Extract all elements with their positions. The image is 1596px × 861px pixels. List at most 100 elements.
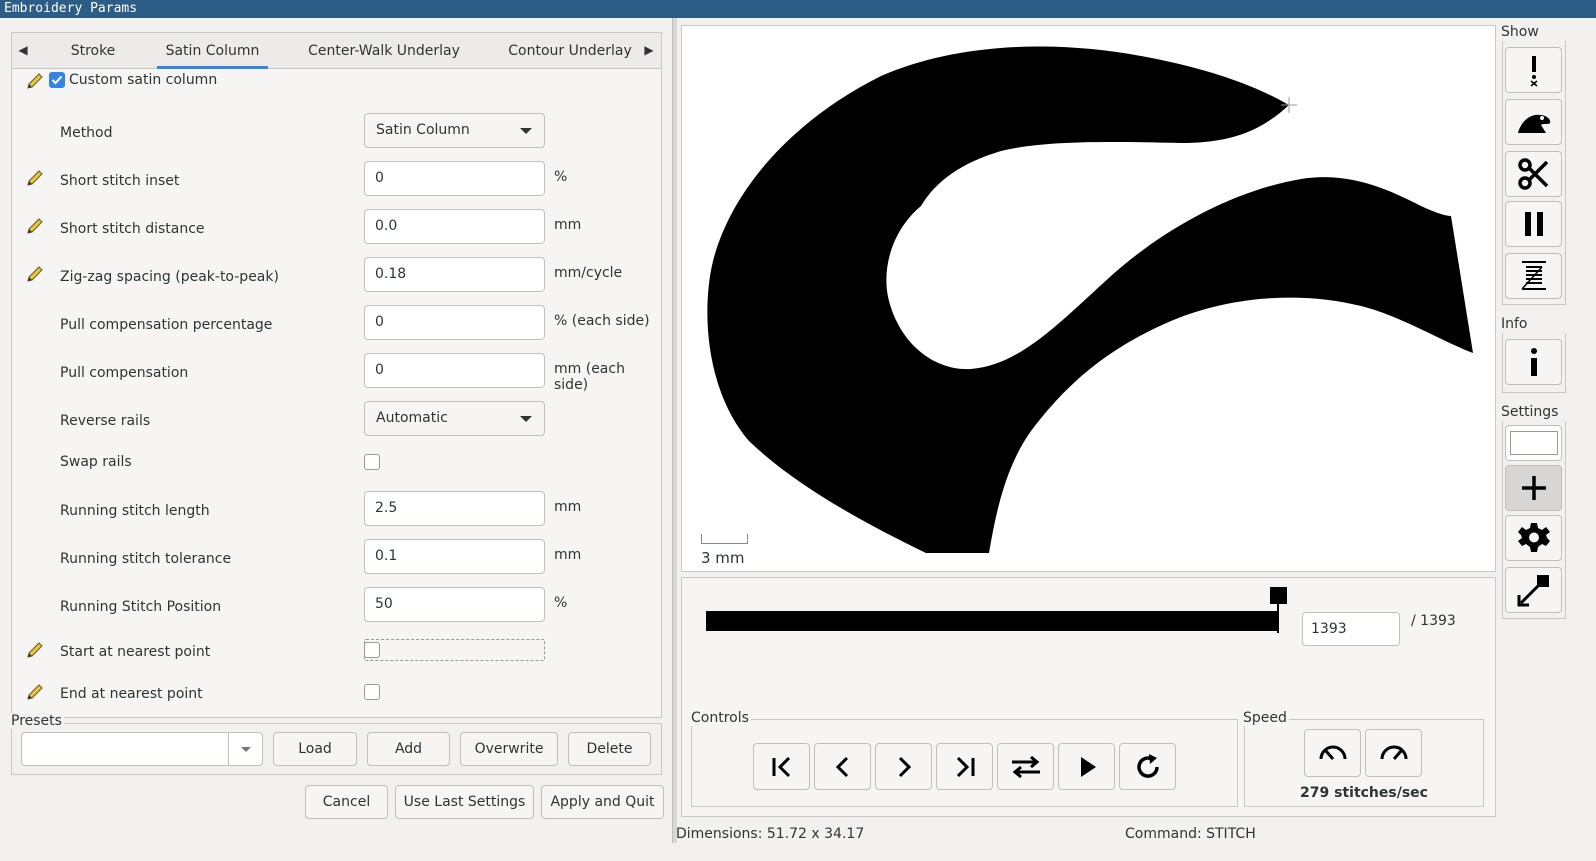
skip-first-icon [772, 756, 790, 777]
tab-bar: ◀ Stroke Satin Column Center-Walk Underl… [12, 33, 661, 69]
detach-icon [1517, 575, 1549, 607]
stitch-preview-canvas[interactable] [681, 25, 1496, 572]
status-dimensions: Dimensions: 51.72 x 34.17 [676, 826, 865, 842]
controls-title: Controls [691, 710, 751, 726]
presets-title: Presets [11, 713, 64, 729]
param-label: Short stitch distance [60, 221, 205, 237]
info-button[interactable] [1505, 339, 1562, 385]
play-button[interactable] [1058, 743, 1115, 790]
speedometer-fast-icon [1380, 745, 1407, 760]
tab-scroll-right-icon[interactable]: ▶ [643, 43, 655, 59]
short-stitch-distance-input[interactable]: 0.0 [364, 209, 545, 244]
end-at-nearest-point-checkbox[interactable] [364, 684, 380, 700]
refresh-icon [1136, 753, 1159, 778]
show-color-changes-button[interactable] [1505, 253, 1562, 299]
param-unit: mm/cycle [554, 265, 623, 281]
slow-down-button[interactable] [1304, 729, 1361, 777]
show-stops-button[interactable] [1505, 201, 1562, 247]
param-row-running-stitch-position: Running Stitch Position 50 % [12, 581, 661, 629]
chevron-down-icon [520, 128, 532, 134]
param-label: Short stitch inset [60, 173, 180, 189]
param-row-reverse-rails: Reverse rails Automatic [12, 395, 661, 443]
detach-window-button[interactable] [1505, 567, 1562, 613]
crosshair-toggle-button[interactable] [1505, 465, 1562, 511]
param-label: Pull compensation percentage [60, 317, 273, 333]
chevron-left-icon [835, 756, 848, 777]
show-trims-button[interactable] [1505, 151, 1562, 197]
load-preset-button[interactable]: Load [273, 732, 357, 766]
tab-satin-column[interactable]: Satin Column [157, 33, 268, 69]
short-stitch-inset-input[interactable]: 0 [364, 161, 545, 196]
custom-satin-checkbox[interactable] [49, 72, 65, 88]
show-errors-button[interactable] [1505, 47, 1562, 93]
show-jumps-button[interactable] [1505, 99, 1562, 145]
param-row-pull-compensation-percentage: Pull compensation percentage 0 % (each s… [12, 299, 661, 347]
running-stitch-position-input[interactable]: 50 [364, 587, 545, 622]
show-title: Show [1501, 24, 1539, 40]
add-preset-button[interactable]: Add [367, 732, 450, 766]
combo-separator [228, 733, 229, 765]
param-label: Reverse rails [60, 413, 151, 429]
info-title: Info [1501, 316, 1528, 332]
overwrite-preset-button[interactable]: Overwrite [460, 732, 558, 766]
pull-compensation-percentage-input[interactable]: 0 [364, 305, 545, 340]
step-back-button[interactable] [814, 743, 871, 790]
step-forward-button[interactable] [875, 743, 932, 790]
background-color-button[interactable] [1505, 425, 1562, 461]
param-label: Swap rails [60, 454, 132, 470]
param-label: Running stitch length [60, 503, 210, 519]
param-row-start-at-nearest-point: Start at nearest point [12, 629, 661, 677]
chevron-down-icon [520, 416, 532, 422]
plus-icon [1521, 476, 1546, 500]
start-at-nearest-point-checkbox[interactable] [364, 642, 380, 658]
apply-and-quit-button[interactable]: Apply and Quit [541, 785, 664, 819]
running-stitch-length-input[interactable]: 2.5 [364, 491, 545, 526]
stitch-total-label: / 1393 [1411, 613, 1456, 629]
param-row-swap-rails: Swap rails [12, 443, 661, 491]
param-label: Method [60, 125, 113, 141]
stitch-number-input[interactable]: 1393 [1302, 612, 1400, 646]
scissors-icon [1517, 158, 1548, 190]
param-label: End at nearest point [60, 686, 203, 702]
jump-to-start-button[interactable] [753, 743, 810, 790]
param-row-running-stitch-tolerance: Running stitch tolerance 0.1 mm [12, 533, 661, 581]
method-select[interactable]: Satin Column [364, 113, 545, 148]
param-row-running-stitch-length: Running stitch length 2.5 mm [12, 485, 661, 533]
swap-rails-checkbox[interactable] [364, 454, 380, 470]
restart-button[interactable] [1119, 743, 1176, 790]
skip-last-icon [956, 756, 974, 777]
pencil-icon [27, 642, 43, 658]
tab-contour-underlay[interactable]: Contour Underlay [506, 33, 634, 69]
param-row-end-at-nearest-point: End at nearest point [12, 671, 661, 717]
settings-button[interactable] [1505, 515, 1562, 561]
tab-stroke[interactable]: Stroke [65, 33, 121, 69]
preset-name-combo[interactable] [21, 732, 263, 766]
running-stitch-tolerance-input[interactable]: 0.1 [364, 539, 545, 574]
param-label: Start at nearest point [60, 644, 211, 660]
jump-to-end-button[interactable] [936, 743, 993, 790]
play-icon [1080, 756, 1096, 777]
focus-ring [364, 639, 545, 661]
swap-arrows-icon [1011, 755, 1040, 778]
pull-compensation-input[interactable]: 0 [364, 353, 545, 388]
delete-preset-button[interactable]: Delete [568, 732, 651, 766]
reverse-rails-select[interactable]: Automatic [364, 401, 545, 436]
pane-divider[interactable] [672, 18, 677, 843]
param-label: Pull compensation [60, 365, 189, 381]
window-title: Embroidery Params [0, 0, 1596, 18]
param-label: Zig-zag spacing (peak-to-peak) [60, 269, 279, 285]
stitch-slider-handle[interactable] [1270, 587, 1287, 604]
tab-center-walk-underlay[interactable]: Center-Walk Underlay [304, 33, 464, 69]
cancel-button[interactable]: Cancel [305, 785, 388, 819]
param-unit: % (each side) [554, 313, 650, 329]
tab-scroll-left-icon[interactable]: ◀ [17, 43, 29, 59]
param-label: Running stitch tolerance [60, 551, 232, 567]
pencil-icon [27, 684, 43, 700]
stitch-slider-track[interactable] [706, 611, 1278, 631]
use-last-settings-button[interactable]: Use Last Settings [395, 785, 534, 819]
param-row-method: Method Satin Column [12, 107, 661, 155]
zigzag-spacing-input[interactable]: 0.18 [364, 257, 545, 292]
reverse-direction-button[interactable] [997, 743, 1054, 790]
chevron-down-icon[interactable] [241, 747, 251, 752]
speed-up-button[interactable] [1365, 729, 1422, 777]
